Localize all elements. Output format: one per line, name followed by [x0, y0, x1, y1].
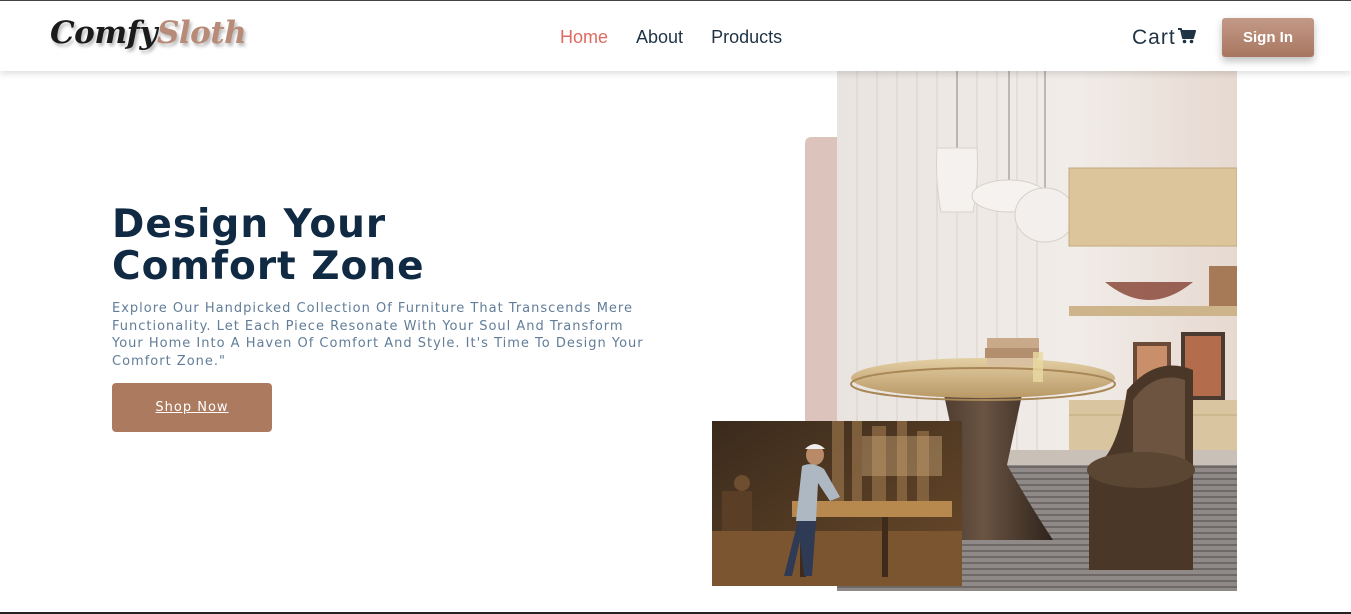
sign-in-button[interactable]: Sign In [1222, 18, 1314, 57]
brand-logo-part2: Sloth [157, 15, 247, 51]
hero-title-line1: Design Your [112, 202, 387, 247]
cart-label: Cart [1132, 26, 1176, 49]
nav-link-about[interactable]: About [636, 27, 683, 48]
hero-title-line2: Comfort Zone [112, 244, 425, 289]
carpenter-workshop-photo [712, 421, 962, 586]
hero-title: Design Your Comfort Zone [112, 204, 512, 288]
nav-links: Home About Products [560, 27, 782, 48]
brand-logo-part1: Comfy [50, 15, 158, 51]
nav-link-products[interactable]: Products [711, 27, 782, 48]
navbar: ComfySloth Home About Products Cart Sign… [0, 1, 1351, 71]
hero-description: Explore Our Handpicked Collection Of Fur… [112, 301, 644, 369]
cart-link[interactable]: Cart [1132, 26, 1196, 50]
nav-link-home[interactable]: Home [560, 27, 608, 48]
shop-now-button[interactable]: Shop Now [112, 383, 272, 432]
brand-logo[interactable]: ComfySloth [50, 15, 247, 51]
cart-icon [1177, 27, 1196, 43]
